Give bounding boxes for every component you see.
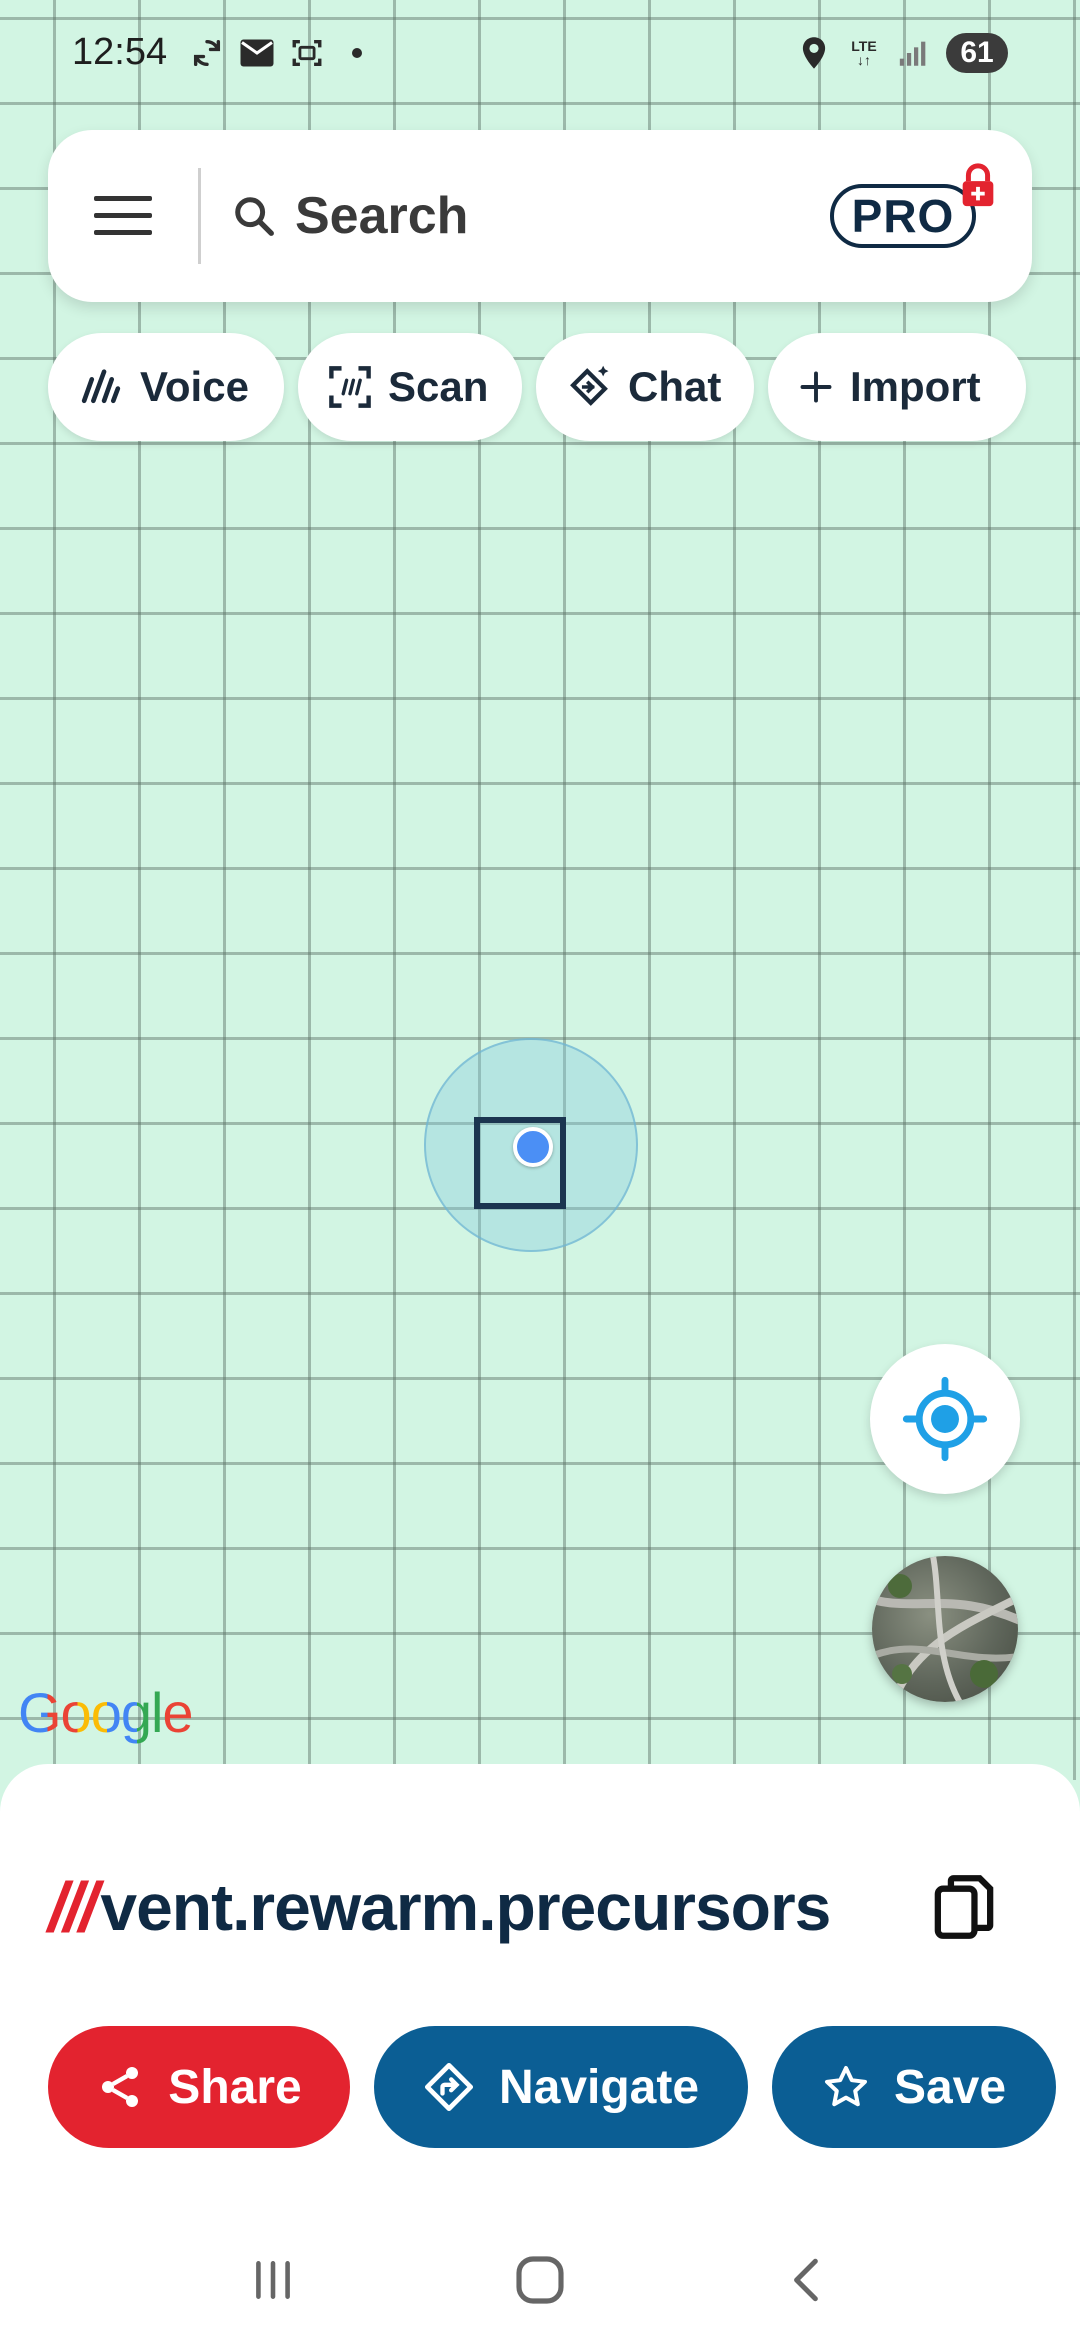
back-button[interactable] (767, 2240, 847, 2320)
location-icon (796, 35, 832, 71)
plus-icon (798, 369, 834, 405)
lte-icon: LTE ↓↑ (846, 35, 882, 71)
chip-chat[interactable]: Chat (536, 333, 754, 441)
chip-scan-label: Scan (388, 363, 489, 410)
mail-icon (239, 35, 275, 71)
recents-icon (256, 2261, 291, 2299)
google-logo-text: Google (18, 1681, 194, 1744)
recents-button[interactable] (233, 2240, 313, 2320)
save-label: Save (893, 2060, 1007, 2114)
chip-chat-label: Chat (628, 363, 722, 410)
battery-indicator: 61 (946, 32, 1008, 73)
voice-icon (78, 367, 124, 407)
search-icon (235, 197, 274, 236)
copy-icon (934, 1875, 994, 1939)
address-row: /// vent.rewarm.precursors (48, 1862, 1032, 1952)
search-placeholder: Search (295, 187, 469, 245)
home-icon (516, 2256, 564, 2304)
search-divider (198, 168, 201, 264)
status-icons-right: LTE ↓↑ 61 (796, 32, 1008, 73)
chip-scan[interactable]: Scan (298, 333, 522, 441)
quick-actions: Voice Scan Chat Import (48, 333, 1026, 441)
copy-button[interactable] (932, 1873, 996, 1941)
share-icon (96, 2063, 144, 2111)
share-label: Share (168, 2060, 302, 2114)
share-button[interactable]: Share (48, 2026, 350, 2148)
signal-icon (896, 35, 932, 71)
current-location-dot (513, 1127, 553, 1167)
lte-arrows: ↓↑ (857, 51, 871, 68)
lte-label: LTE (851, 37, 877, 54)
chip-import[interactable]: Import (768, 333, 1026, 441)
status-bar: 12:54 LTE ↓↑ 61 (0, 0, 1080, 105)
chip-voice[interactable]: Voice (48, 333, 284, 441)
scan-icon (328, 365, 372, 409)
chip-import-label: Import (850, 363, 981, 410)
chat-icon (566, 364, 612, 410)
hamburger-icon (94, 196, 152, 235)
satellite-toggle-button[interactable] (872, 1556, 1018, 1702)
status-icons-left (189, 35, 375, 71)
satellite-thumbnail-icon (872, 1556, 1018, 1702)
pro-label: PRO (851, 190, 955, 242)
menu-button[interactable] (48, 130, 198, 302)
star-icon (822, 2063, 870, 2111)
google-attribution: Google (18, 1680, 194, 1745)
back-icon (793, 2258, 818, 2302)
search-input[interactable]: Search (231, 130, 830, 302)
save-button[interactable]: Save (772, 2026, 1056, 2148)
w3w-address: vent.rewarm.precursors (100, 1870, 831, 1944)
sync-icon (189, 35, 225, 71)
chip-voice-label: Voice (140, 363, 249, 410)
navigate-label: Navigate (498, 2060, 700, 2114)
home-button[interactable] (500, 2240, 580, 2320)
system-nav-bar (0, 2220, 1080, 2340)
screenshot-icon (289, 35, 325, 71)
pro-badge[interactable]: PRO (830, 163, 994, 248)
my-location-button[interactable] (870, 1344, 1020, 1494)
lock-icon (958, 162, 998, 219)
action-buttons: Share Navigate Save (48, 2026, 1056, 2148)
navigate-icon (423, 2061, 475, 2113)
w3w-slashes: /// (48, 1868, 98, 1946)
navigate-button[interactable]: Navigate (374, 2026, 748, 2148)
search-card: Search PRO (48, 130, 1032, 302)
dot-icon (339, 35, 375, 71)
crosshair-icon (902, 1376, 988, 1462)
status-time: 12:54 (72, 31, 168, 73)
